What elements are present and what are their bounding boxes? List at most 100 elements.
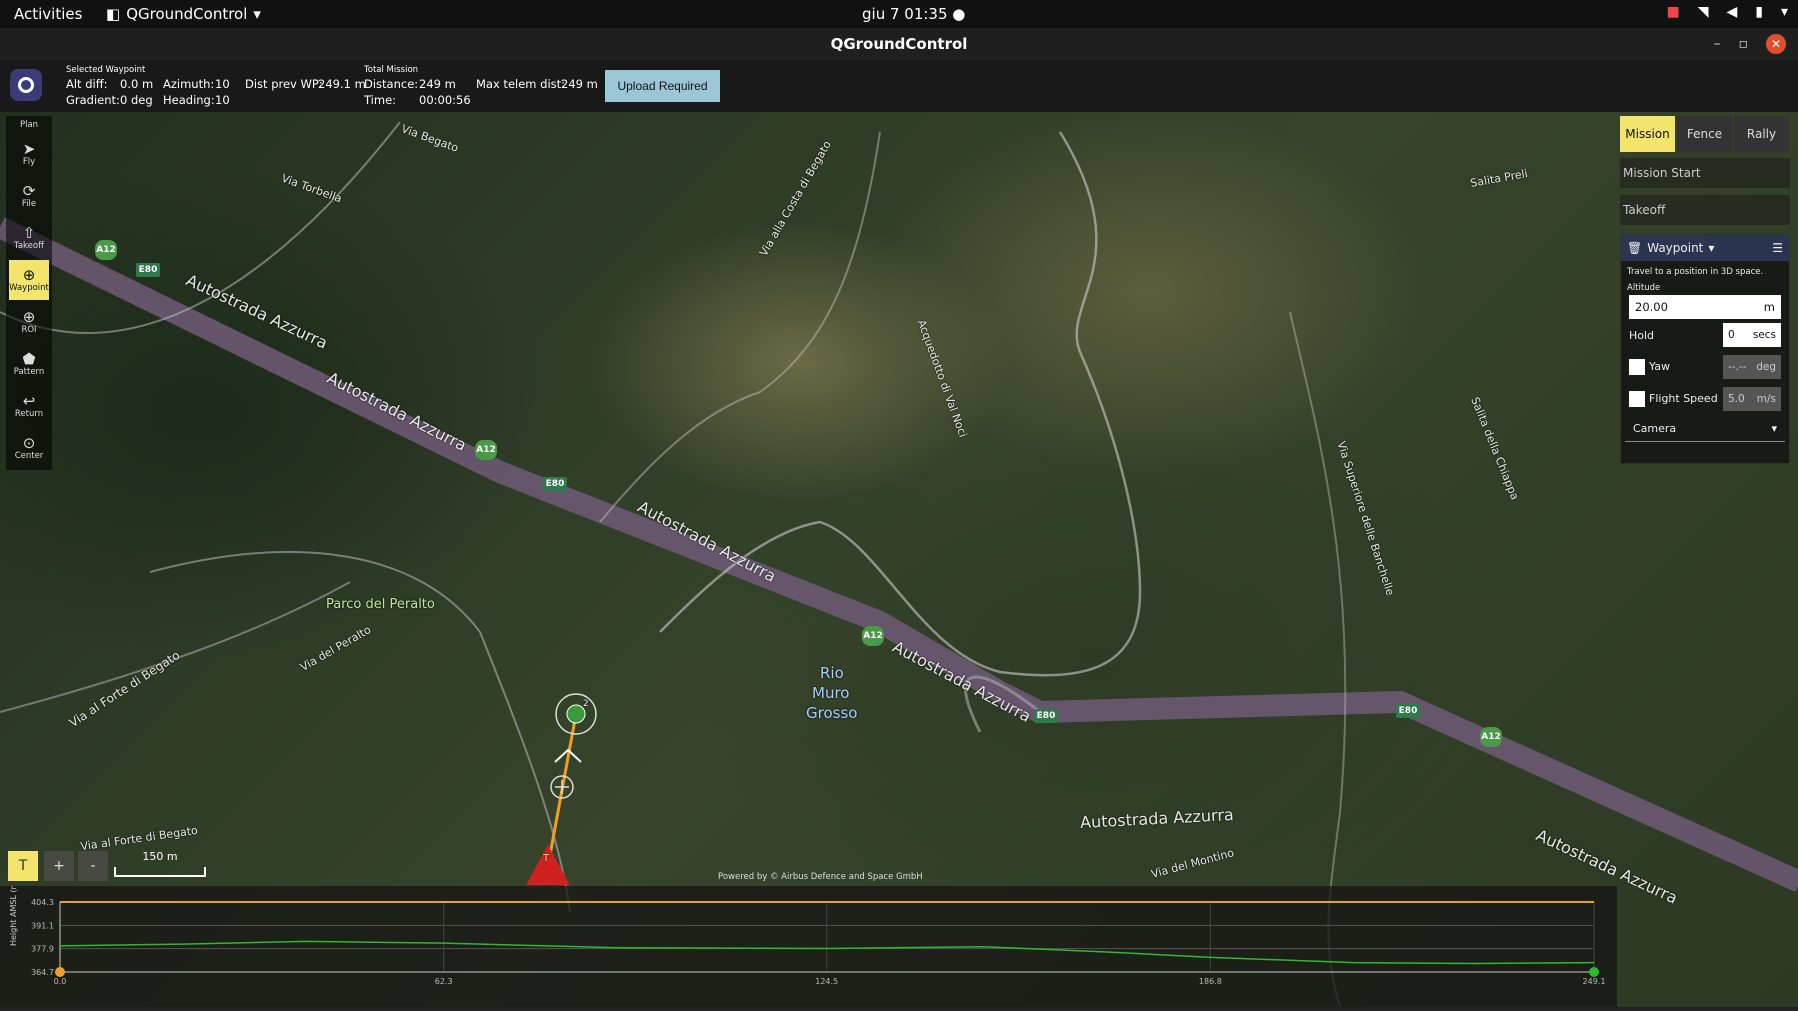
map-label-rio: Rio [820, 664, 844, 682]
toolbar-center[interactable]: ⊙ Center [9, 428, 49, 468]
plan-toolbar: Plan ➤ Fly ⟳ File ⇧ Takeoff ⊕ Waypoint ⊕ ROI … [6, 116, 52, 470]
mission-start-item[interactable]: Mission Start [1620, 158, 1790, 188]
time-label: Time: [364, 93, 397, 107]
activities-button[interactable]: Activities [14, 5, 82, 23]
camera-icon: ■ [1666, 4, 1680, 20]
yaw-unit: deg [1756, 361, 1776, 373]
yaw-value: --.-- [1728, 361, 1747, 373]
file-icon: ⟳ [22, 182, 36, 200]
e80-shield: E80 [136, 263, 160, 277]
toolbar-plan: Plan [19, 120, 39, 130]
chevron-down-icon[interactable]: ▾ [1708, 241, 1714, 255]
chevron-down-icon: ▾ [253, 5, 261, 23]
toolbar-pattern[interactable]: ⬟ Pattern [9, 344, 49, 384]
takeoff-item[interactable]: Takeoff [1620, 195, 1790, 225]
distance-value: 249 m [419, 77, 456, 91]
home-position-button[interactable]: T [8, 851, 38, 881]
elevation-waypoint-point [1589, 967, 1599, 977]
toolbar-waypoint[interactable]: ⊕ Waypoint [9, 260, 49, 300]
close-icon[interactable]: ✕ [1766, 34, 1786, 54]
battery-icon: ▮ [1755, 4, 1763, 20]
clock[interactable]: giu 7 01:35 ● [862, 5, 965, 23]
elevation-x-tick: 186.8 [1199, 977, 1222, 986]
elevation-y-tick: 364.7 [31, 968, 54, 977]
heading-label: Heading: [163, 93, 215, 107]
azimuth-value: 10 [215, 77, 230, 91]
yaw-label: Yaw [1649, 360, 1670, 373]
toolbar-return[interactable]: ↩ Return [9, 386, 49, 426]
system-tray[interactable]: ■ ◥ ◀ ▮ ▾ [1666, 4, 1788, 20]
home-marker[interactable] [526, 845, 570, 885]
toolbar-fly[interactable]: ➤ Fly [9, 134, 49, 174]
elevation-y-tick: 391.1 [31, 921, 54, 930]
waypoint-editor-header: 🗑 Waypoint ▾ ☰ [1621, 235, 1789, 261]
trash-icon[interactable]: 🗑 [1627, 241, 1642, 255]
flight-speed-label: Flight Speed [1649, 392, 1718, 405]
road [599, 131, 881, 523]
a12-shield: A12 [95, 240, 117, 260]
heading-value: 10 [215, 93, 230, 107]
maximize-icon[interactable]: ▫ [1739, 36, 1749, 52]
pattern-icon: ⬟ [22, 350, 36, 368]
road [0, 121, 401, 334]
waypoint-description: Travel to a position in 3D space. [1627, 267, 1764, 277]
window-title: QGroundControl [0, 28, 1798, 60]
zoom-out-button[interactable]: - [78, 851, 108, 881]
app-menu-label: QGroundControl [126, 5, 248, 23]
alt-diff-label: Alt diff: [66, 77, 108, 91]
hold-value: 0 [1728, 329, 1735, 341]
map-label-rio: Grosso [806, 704, 858, 722]
elevation-home-point [55, 967, 65, 977]
qgc-logo-icon[interactable] [10, 69, 42, 101]
elevation-x-tick: 249.1 [1583, 977, 1606, 986]
map-scale: 150 m [114, 850, 206, 877]
yaw-checkbox[interactable] [1629, 359, 1645, 375]
camera-label: Camera [1633, 421, 1677, 435]
app-icon: ◧ [106, 5, 121, 23]
tab-rally[interactable]: Rally [1734, 116, 1789, 152]
azimuth-label: Azimuth: [163, 77, 215, 91]
max-telem-value: 249 m [561, 77, 598, 91]
upload-button[interactable]: Upload Required [605, 70, 720, 102]
yaw-row: Yaw --.-- deg [1621, 351, 1789, 383]
wifi-icon: ◥ [1697, 4, 1709, 20]
e80-shield: E80 [1396, 704, 1420, 718]
elevation-y-axis-label: Height AMSL (m) [9, 886, 18, 946]
clock-label: giu 7 01:35 [862, 5, 948, 23]
toolbar-takeoff[interactable]: ⇧ Takeoff [9, 218, 49, 258]
e80-shield: E80 [543, 477, 567, 491]
system-top-bar: Activities ◧ QGroundControl ▾ giu 7 01:3… [0, 0, 1798, 28]
notification-dot-icon: ● [952, 5, 966, 23]
gradient-value: 0 deg [120, 93, 153, 107]
return-icon: ↩ [22, 392, 36, 410]
tab-mission[interactable]: Mission [1620, 116, 1675, 152]
altitude-value: 20.00 [1635, 300, 1668, 314]
toolbar-roi[interactable]: ⊕ ROI [9, 302, 49, 342]
minimize-icon[interactable]: – [1714, 36, 1721, 52]
flight-speed-field[interactable]: 5.0 m/s [1723, 387, 1781, 411]
elevation-x-tick: 0.0 [54, 977, 67, 986]
flight-speed-unit: m/s [1756, 393, 1776, 405]
plan-tabs: Mission Fence Rally [1620, 116, 1789, 152]
waypoint-type-selector[interactable]: Waypoint [1647, 241, 1703, 255]
zoom-in-button[interactable]: + [44, 851, 74, 881]
hold-field[interactable]: 0 secs [1723, 323, 1781, 347]
yaw-field[interactable]: --.-- deg [1723, 355, 1781, 379]
altitude-field[interactable]: 20.00 m [1629, 295, 1781, 319]
elevation-y-tick: 377.9 [31, 945, 54, 954]
flight-speed-checkbox[interactable] [1629, 391, 1645, 407]
takeoff-icon: ⇧ [22, 224, 36, 242]
hold-row: Hold 0 secs [1621, 319, 1789, 351]
tab-fence[interactable]: Fence [1677, 116, 1732, 152]
hamburger-menu-icon[interactable]: ☰ [1772, 241, 1783, 255]
a12-shield: A12 [862, 626, 884, 646]
map-attribution: Powered by © Airbus Defence and Space Gm… [718, 872, 923, 882]
app-menu[interactable]: ◧ QGroundControl ▾ [106, 5, 261, 23]
toolbar-file[interactable]: ⟳ File [9, 176, 49, 216]
tray-chevron-icon: ▾ [1780, 4, 1788, 20]
camera-section[interactable]: Camera ▾ [1625, 415, 1785, 442]
a12-shield: A12 [475, 440, 497, 460]
elevation-y-tick: 404.3 [31, 898, 54, 907]
chevron-down-icon: ▾ [1771, 421, 1777, 435]
mission-header: Selected Waypoint Alt diff: 0.0 m Azimut… [0, 60, 1798, 112]
